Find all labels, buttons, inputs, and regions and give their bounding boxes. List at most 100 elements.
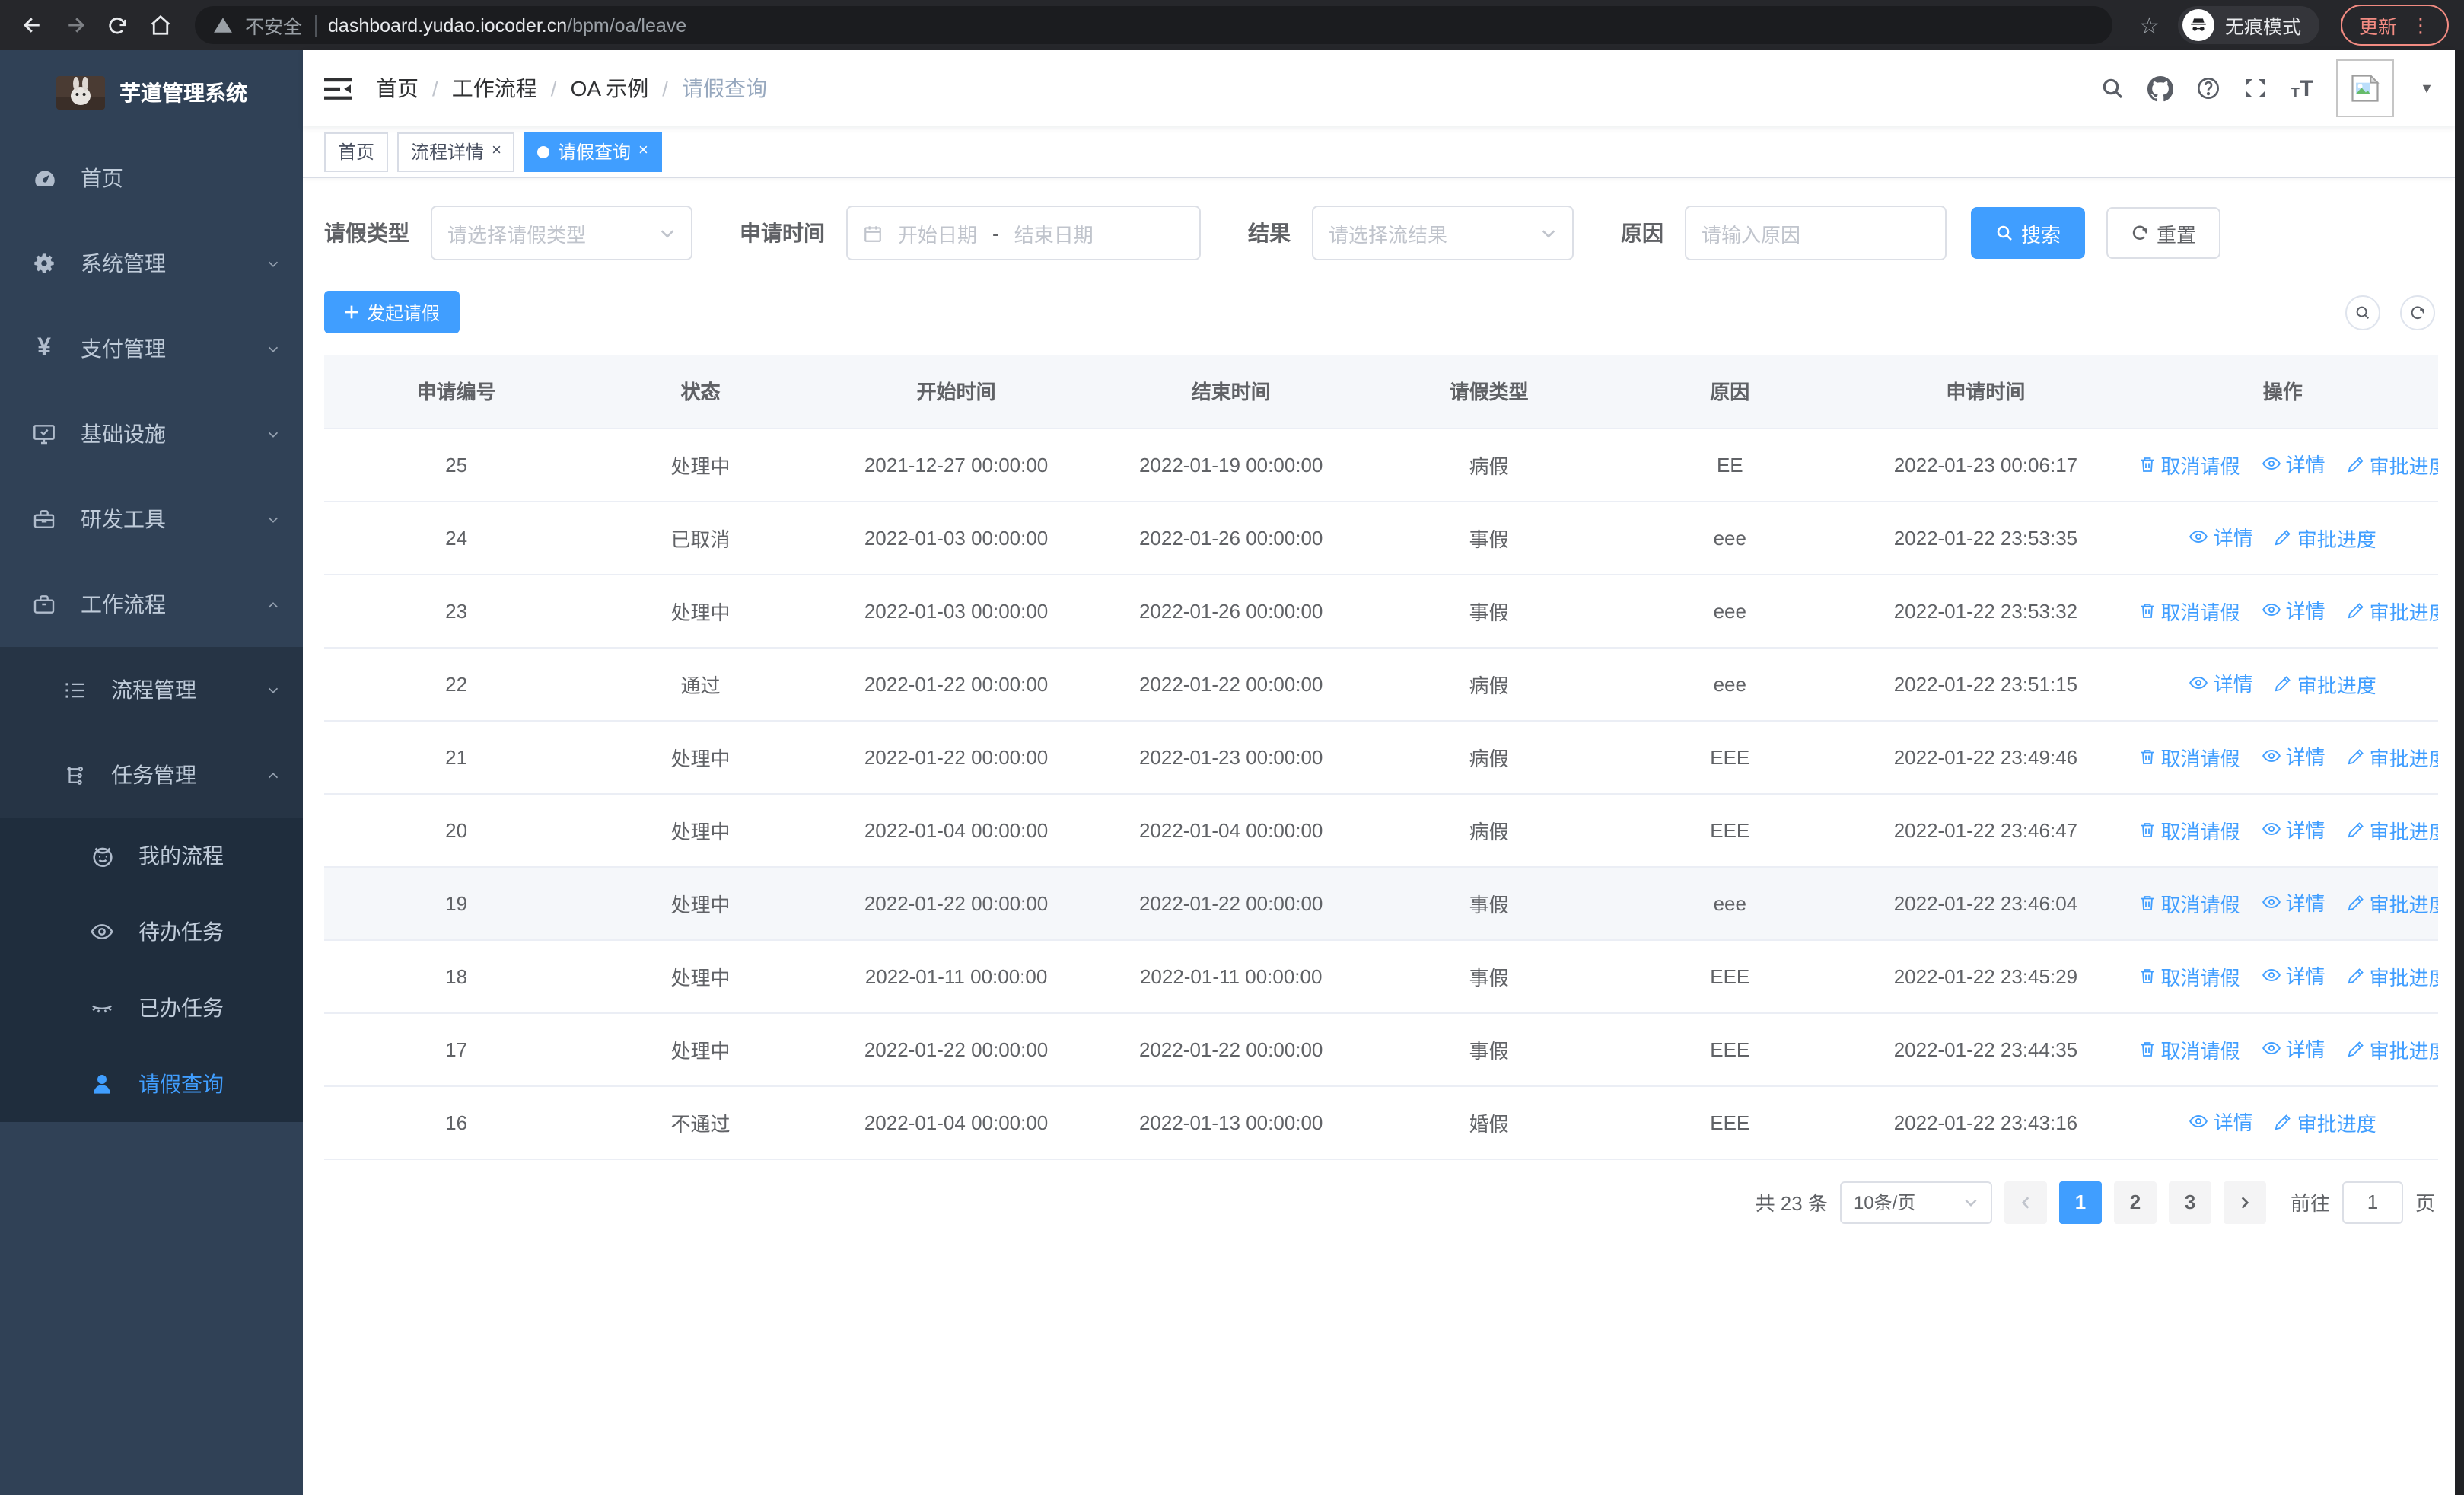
tab-active[interactable]: 请假查询 ×	[524, 132, 662, 171]
tab-0[interactable]: 首页	[324, 132, 389, 171]
browser-menu-icon[interactable]: ⋮	[2411, 13, 2431, 37]
github-icon[interactable]	[2147, 75, 2174, 101]
avatar-caret-icon[interactable]: ▼	[2420, 81, 2434, 96]
active-tab-dot	[537, 145, 550, 158]
reason-input[interactable]: 请输入原因	[1685, 206, 1947, 260]
sidebar-item[interactable]: 研发工具	[0, 477, 303, 562]
tags-view-bar: 首页 流程详情 × 请假查询 ×	[303, 126, 2455, 178]
sidebar-item[interactable]: ¥ 支付管理	[0, 306, 303, 391]
header-search-icon[interactable]	[2101, 76, 2125, 100]
detail-link[interactable]: 详情	[2189, 523, 2253, 552]
tab-1[interactable]: 流程详情 ×	[397, 132, 515, 171]
cancel-leave-link[interactable]: 取消请假	[2138, 816, 2240, 845]
browser-forward-icon[interactable]	[58, 8, 91, 42]
detail-link[interactable]: 详情	[2189, 669, 2253, 698]
browser-home-icon[interactable]	[143, 8, 177, 42]
sidebar-item[interactable]: 请假查询	[0, 1046, 303, 1122]
detail-link[interactable]: 详情	[2262, 961, 2326, 990]
detail-link[interactable]: 详情	[2262, 815, 2326, 844]
sidebar-item[interactable]: 我的流程	[0, 818, 303, 894]
breadcrumb-oa[interactable]: OA 示例	[571, 73, 649, 104]
progress-link[interactable]: 审批进度	[2347, 597, 2438, 626]
page-button-3[interactable]: 3	[2168, 1181, 2211, 1223]
app-logo-row[interactable]: 芋道管理系统	[0, 50, 303, 135]
breadcrumb-separator: /	[662, 76, 669, 100]
cancel-leave-link[interactable]: 取消请假	[2138, 451, 2240, 480]
toggle-search-button[interactable]	[2345, 295, 2380, 330]
result-select[interactable]: 请选择流结果	[1312, 206, 1574, 260]
breadcrumb-home[interactable]: 首页	[376, 73, 419, 104]
sidebar-item[interactable]: 工作流程	[0, 562, 303, 647]
leave-type-select[interactable]: 请选择请假类型	[431, 206, 692, 260]
breadcrumb-workflow[interactable]: 工作流程	[452, 73, 537, 104]
progress-link[interactable]: 审批进度	[2347, 451, 2438, 480]
cancel-leave-link[interactable]: 取消请假	[2138, 1035, 2240, 1064]
cancel-leave-link[interactable]: 取消请假	[2138, 743, 2240, 772]
next-page-button[interactable]	[2223, 1181, 2266, 1223]
progress-link[interactable]: 审批进度	[2275, 524, 2376, 553]
table-row: 16 不通过 2022-01-04 00:00:00 2022-01-13 00:00…	[324, 1085, 2438, 1159]
refresh-table-button[interactable]	[2400, 295, 2435, 330]
cancel-leave-link[interactable]: 取消请假	[2138, 889, 2240, 918]
sidebar-item[interactable]: 任务管理	[0, 732, 303, 818]
window-scrollbar[interactable]	[2455, 50, 2464, 1495]
progress-link[interactable]: 审批进度	[2347, 1035, 2438, 1064]
tab-label: 请假查询	[557, 142, 631, 163]
sidebar-item[interactable]: 系统管理	[0, 221, 303, 306]
search-button[interactable]: 搜索	[1971, 207, 2086, 259]
sidebar-item[interactable]: 已办任务	[0, 970, 303, 1046]
close-tab-icon[interactable]: ×	[638, 142, 648, 160]
detail-link[interactable]: 详情	[2262, 888, 2326, 917]
progress-link[interactable]: 审批进度	[2347, 816, 2438, 845]
help-icon[interactable]	[2197, 76, 2221, 100]
table-row: 20 处理中 2022-01-04 00:00:00 2022-01-04 00:00…	[324, 793, 2438, 867]
detail-link[interactable]: 详情	[2262, 742, 2326, 771]
table-toolbar: 发起请假	[324, 291, 2438, 333]
cell-start: 2022-01-04 00:00:00	[812, 793, 1100, 867]
cell-id: 17	[324, 1012, 589, 1086]
page-button-1[interactable]: 1	[2058, 1181, 2102, 1223]
browser-back-icon[interactable]	[15, 8, 49, 42]
page-button-2[interactable]: 2	[2113, 1181, 2157, 1223]
reset-button[interactable]: 重置	[2106, 207, 2221, 259]
cancel-leave-link[interactable]: 取消请假	[2138, 962, 2240, 991]
goto-page-input[interactable]: 1	[2341, 1181, 2403, 1223]
address-bar[interactable]: 不安全 dashboard.yudao.iocoder.cn/bpm/oa/le…	[195, 6, 2112, 44]
bookmark-star-icon[interactable]: ☆	[2139, 11, 2160, 39]
chevron-down-icon	[265, 681, 282, 698]
sidebar-item[interactable]: 基础设施	[0, 391, 303, 477]
table-row: 23 处理中 2022-01-03 00:00:00 2022-01-26 00:00…	[324, 574, 2438, 648]
action-label: 审批进度	[2297, 528, 2376, 551]
font-size-icon[interactable]: TT	[2291, 77, 2313, 100]
col-leave-type: 请假类型	[1361, 355, 1616, 429]
detail-link[interactable]: 详情	[2262, 450, 2326, 479]
sidebar-collapse-icon[interactable]	[324, 77, 352, 100]
page-number-list: 123	[2058, 1181, 2211, 1223]
page-size-select[interactable]: 10条/页	[1839, 1181, 1992, 1223]
avatar[interactable]	[2336, 59, 2395, 117]
progress-link[interactable]: 审批进度	[2347, 889, 2438, 918]
detail-link[interactable]: 详情	[2262, 596, 2326, 625]
apply-time-range-picker[interactable]: 开始日期 - 结束日期	[846, 206, 1201, 260]
detail-link[interactable]: 详情	[2189, 1108, 2253, 1136]
reason-label: 原因	[1621, 221, 1663, 245]
browser-reload-icon[interactable]	[100, 8, 134, 42]
cell-status: 通过	[588, 647, 813, 721]
sidebar-item[interactable]: 首页	[0, 135, 303, 221]
sidebar-item[interactable]: 流程管理	[0, 647, 303, 732]
cancel-leave-link[interactable]: 取消请假	[2138, 597, 2240, 626]
col-apply-id: 申请编号	[324, 355, 589, 429]
col-start-time: 开始时间	[812, 355, 1100, 429]
progress-link[interactable]: 审批进度	[2347, 743, 2438, 772]
create-leave-button[interactable]: 发起请假	[324, 291, 460, 333]
fullscreen-icon[interactable]	[2244, 76, 2268, 100]
edit-icon	[2347, 967, 2365, 986]
progress-link[interactable]: 审批进度	[2347, 962, 2438, 991]
sidebar-item[interactable]: 待办任务	[0, 894, 303, 970]
progress-link[interactable]: 审批进度	[2275, 1108, 2376, 1137]
detail-link[interactable]: 详情	[2262, 1034, 2326, 1063]
close-tab-icon[interactable]: ×	[492, 142, 501, 160]
browser-update-button[interactable]: 更新 ⋮	[2340, 5, 2449, 46]
prev-page-button[interactable]	[2004, 1181, 2047, 1223]
progress-link[interactable]: 审批进度	[2275, 670, 2376, 699]
